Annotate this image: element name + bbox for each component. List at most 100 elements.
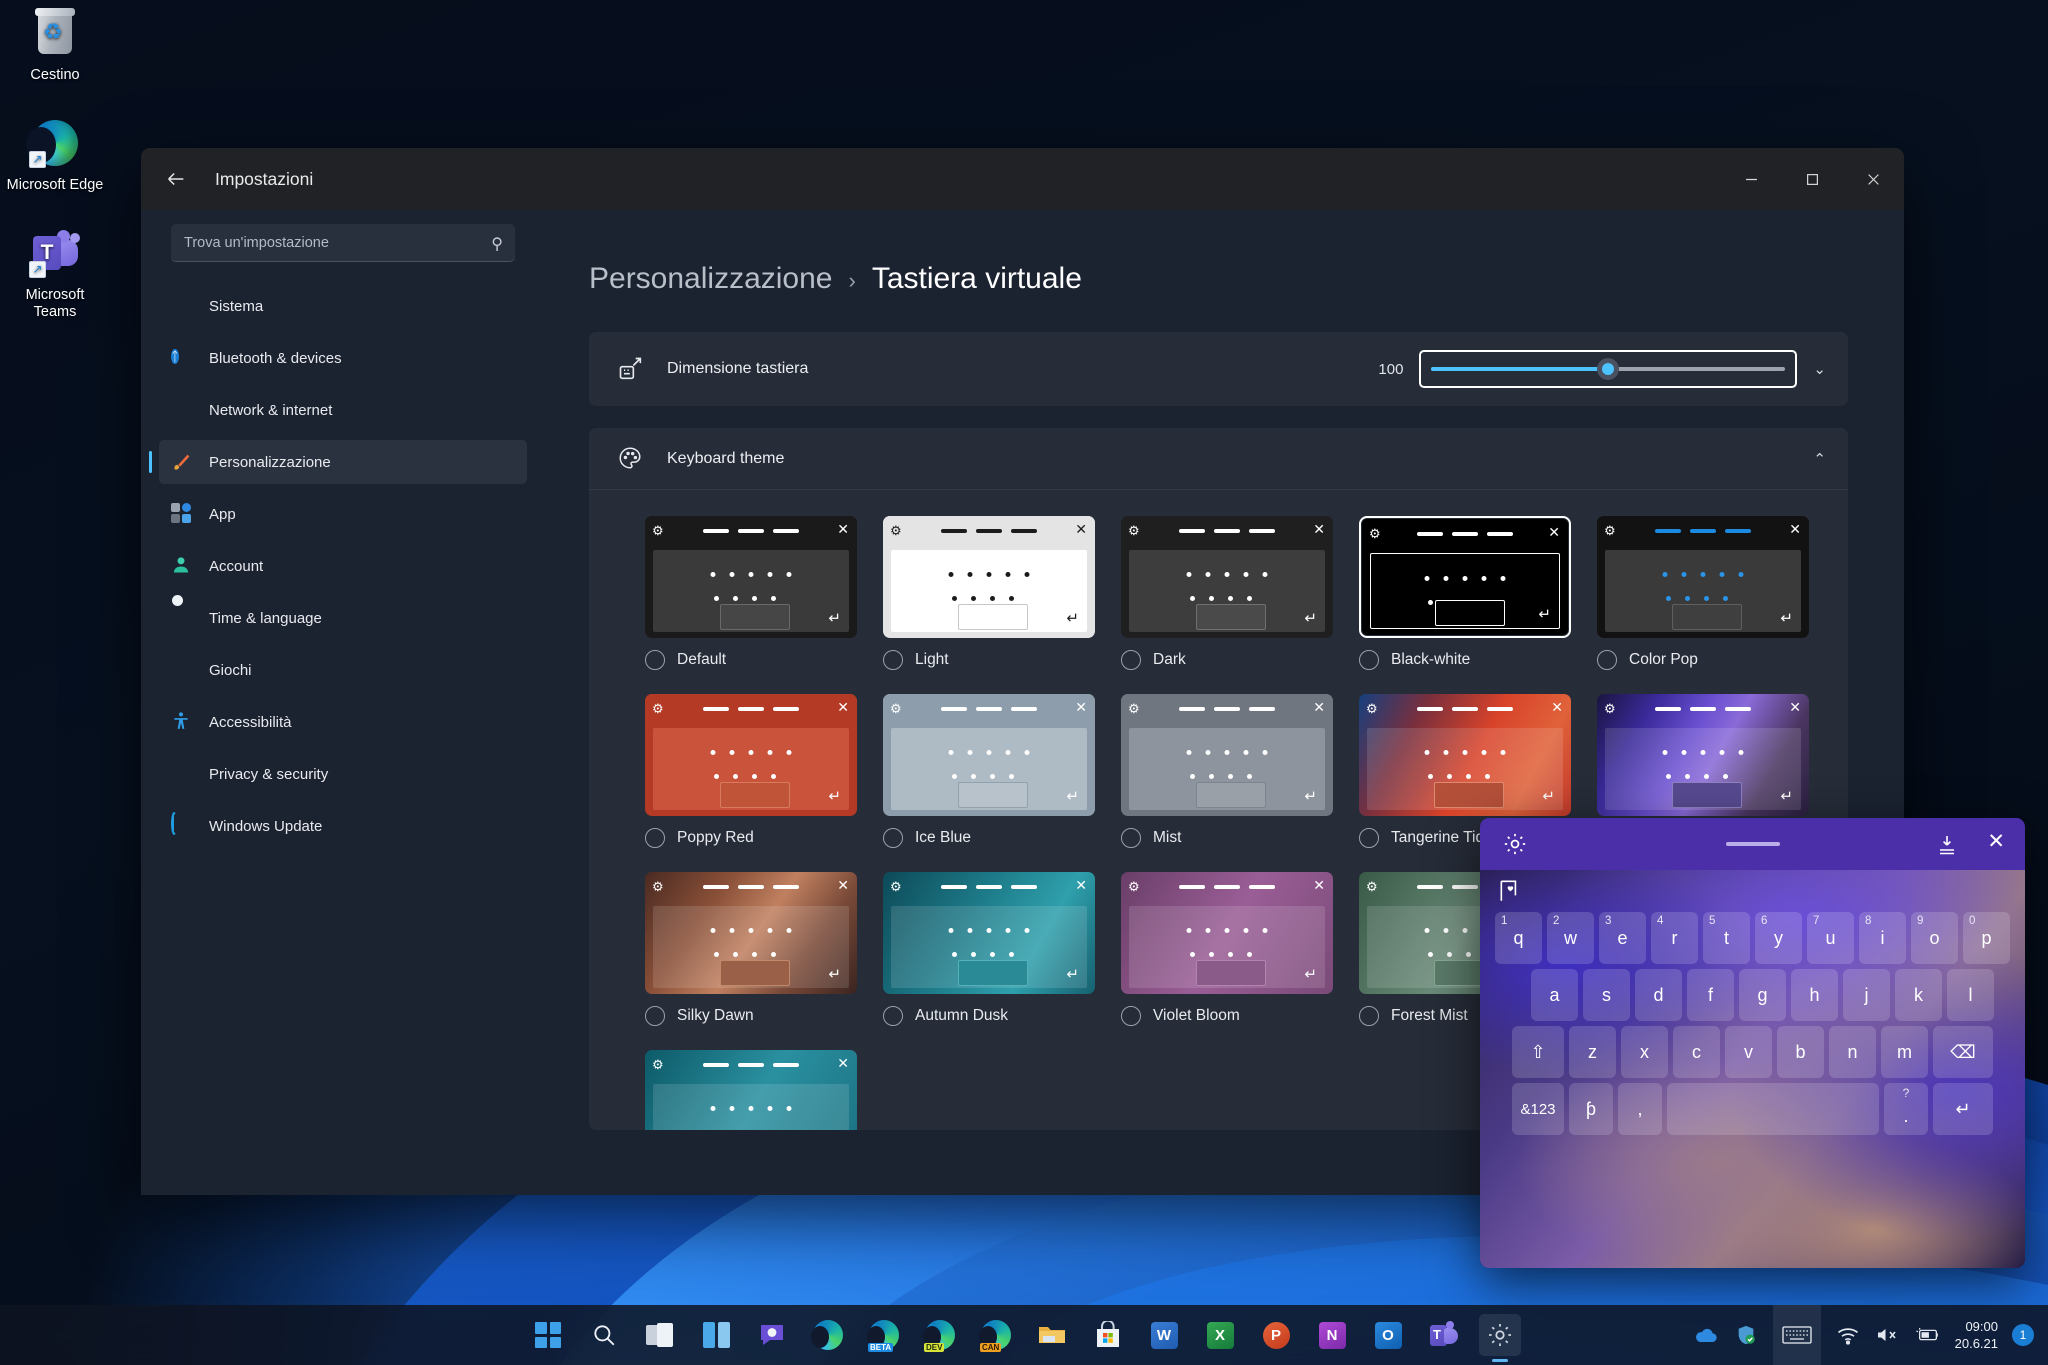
chevron-down-icon[interactable]: ⌄ [1813, 360, 1826, 378]
desktop-icon-microsoft-teams[interactable]: T ↗ Microsoft Teams [5, 228, 105, 321]
theme-preview[interactable]: ⚙✕↵ [1597, 516, 1809, 638]
key-p[interactable]: 0p [1963, 912, 2010, 964]
keyboard-theme-header[interactable]: Keyboard theme ⌃ [589, 428, 1848, 490]
sidebar-item-sistema[interactable]: Sistema [159, 284, 527, 328]
sidebar-item-personalizzazione[interactable]: Personalizzazione [159, 440, 527, 484]
key-o[interactable]: 9o [1911, 912, 1958, 964]
theme-option[interactable]: ⚙✕↵ Black-white [1359, 516, 1571, 670]
theme-radio[interactable] [1121, 1006, 1141, 1026]
start-button[interactable] [527, 1314, 569, 1356]
sticker-heart-icon[interactable] [1496, 878, 1526, 904]
theme-radio-line[interactable]: Violet Bloom [1121, 1006, 1333, 1026]
maximize-button[interactable] [1782, 148, 1843, 210]
theme-radio[interactable] [1359, 828, 1379, 848]
key-h[interactable]: h [1791, 969, 1838, 1021]
volume-muted-icon[interactable] [1875, 1322, 1901, 1348]
theme-option[interactable]: ⚙✕↵Ice Blue [883, 694, 1095, 848]
battery-charging-icon[interactable] [1915, 1322, 1941, 1348]
theme-radio-line[interactable]: Black-white [1359, 650, 1571, 670]
gear-icon[interactable] [1502, 831, 1528, 862]
theme-option[interactable]: ⚙✕↵Poppy Red [645, 694, 857, 848]
theme-radio[interactable] [883, 828, 903, 848]
enter-key[interactable]: ↵ [1933, 1083, 1993, 1135]
chat-button[interactable] [751, 1314, 793, 1356]
dock-down-icon[interactable] [1935, 833, 1959, 862]
key-w[interactable]: 2w [1547, 912, 1594, 964]
key-i[interactable]: 8i [1859, 912, 1906, 964]
key-s[interactable]: s [1583, 969, 1630, 1021]
theme-radio[interactable] [645, 828, 665, 848]
onenote-button[interactable]: N [1311, 1314, 1353, 1356]
theme-radio[interactable] [1121, 828, 1141, 848]
theme-radio-line[interactable]: Poppy Red [645, 828, 857, 848]
key-j[interactable]: j [1843, 969, 1890, 1021]
edge-beta-button[interactable]: BETA [863, 1314, 905, 1356]
theme-option[interactable]: ⚙✕↵Mist [1121, 694, 1333, 848]
key-k[interactable]: k [1895, 969, 1942, 1021]
widgets-button[interactable] [695, 1314, 737, 1356]
back-button[interactable] [155, 158, 197, 200]
minimize-button[interactable] [1721, 148, 1782, 210]
theme-option[interactable]: ⚙✕↵Silky Dawn [645, 872, 857, 1026]
space-key[interactable] [1667, 1083, 1879, 1135]
key-y[interactable]: 6y [1755, 912, 1802, 964]
theme-option[interactable]: ⚙✕↵Color Pop [1597, 516, 1809, 670]
file-explorer-button[interactable] [1031, 1314, 1073, 1356]
sidebar-item-network-internet[interactable]: Network & internet [159, 388, 527, 432]
clock[interactable]: 09:00 20.6.21 [1955, 1318, 1998, 1352]
theme-option[interactable]: ⚙✕↵Violet Bloom [1121, 872, 1333, 1026]
theme-radio-line[interactable]: Default [645, 650, 857, 670]
key-v[interactable]: v [1725, 1026, 1772, 1078]
theme-preview[interactable]: ⚙✕↵ [1597, 694, 1809, 816]
search-button[interactable] [583, 1314, 625, 1356]
shield-check-icon[interactable] [1733, 1322, 1759, 1348]
chevron-up-icon[interactable]: ⌃ [1813, 450, 1826, 468]
theme-preview[interactable]: ⚙✕↵ [883, 872, 1095, 994]
microphone-key[interactable]: ƥ [1569, 1083, 1613, 1135]
edge-button[interactable] [807, 1314, 849, 1356]
key-a[interactable]: a [1531, 969, 1578, 1021]
key-x[interactable]: x [1621, 1026, 1668, 1078]
theme-preview[interactable]: ⚙✕↵ [645, 516, 857, 638]
theme-radio[interactable] [1359, 650, 1379, 670]
theme-option[interactable]: ⚙✕↵ Default [645, 516, 857, 670]
theme-preview[interactable]: ⚙✕↵ [1359, 516, 1571, 638]
theme-option[interactable]: ⚙✕↵Teal Wave [645, 1050, 857, 1130]
sidebar-item-app[interactable]: App [159, 492, 527, 536]
key-n[interactable]: n [1829, 1026, 1876, 1078]
theme-preview[interactable]: ⚙✕↵ [883, 694, 1095, 816]
sidebar-item-bluetooth-devices[interactable]: ᛏ Bluetooth & devices [159, 336, 527, 380]
sidebar-item-account[interactable]: Account [159, 544, 527, 588]
drag-handle-icon[interactable] [1726, 842, 1780, 846]
theme-preview[interactable]: ⚙✕↵ [883, 516, 1095, 638]
edge-dev-button[interactable]: DEV [919, 1314, 961, 1356]
touch-keyboard-icon[interactable] [1773, 1305, 1821, 1365]
key-z[interactable]: z [1569, 1026, 1616, 1078]
theme-preview[interactable]: ⚙✕↵ [645, 872, 857, 994]
theme-option[interactable]: ⚙✕↵ Light [883, 516, 1095, 670]
theme-option[interactable]: ⚙✕↵Dark [1121, 516, 1333, 670]
theme-radio-line[interactable]: Light [883, 650, 1095, 670]
sidebar-item-privacy-security[interactable]: Privacy & security [159, 752, 527, 796]
theme-radio[interactable] [1359, 1006, 1379, 1026]
edge-canary-button[interactable]: CAN [975, 1314, 1017, 1356]
key-t[interactable]: 5t [1703, 912, 1750, 964]
key-f[interactable]: f [1687, 969, 1734, 1021]
theme-radio-line[interactable]: Dark [1121, 650, 1333, 670]
backspace-key[interactable]: ⌫ [1933, 1026, 1993, 1078]
theme-option[interactable]: ⚙✕↵Autumn Dusk [883, 872, 1095, 1026]
notification-badge[interactable]: 1 [2012, 1324, 2034, 1346]
theme-radio[interactable] [1597, 650, 1617, 670]
key-u[interactable]: 7u [1807, 912, 1854, 964]
wifi-icon[interactable] [1835, 1322, 1861, 1348]
breadcrumb-parent[interactable]: Personalizzazione [589, 262, 832, 296]
theme-radio[interactable] [883, 1006, 903, 1026]
period-key[interactable]: ?. [1884, 1083, 1928, 1135]
key-q[interactable]: 1q [1495, 912, 1542, 964]
excel-button[interactable]: X [1199, 1314, 1241, 1356]
key-m[interactable]: m [1881, 1026, 1928, 1078]
slider-track[interactable] [1431, 367, 1785, 371]
desktop-icon-microsoft-edge[interactable]: ↗ Microsoft Edge [5, 118, 105, 194]
sidebar-item-time-language[interactable]: Time & language [159, 596, 527, 640]
theme-radio[interactable] [645, 1006, 665, 1026]
